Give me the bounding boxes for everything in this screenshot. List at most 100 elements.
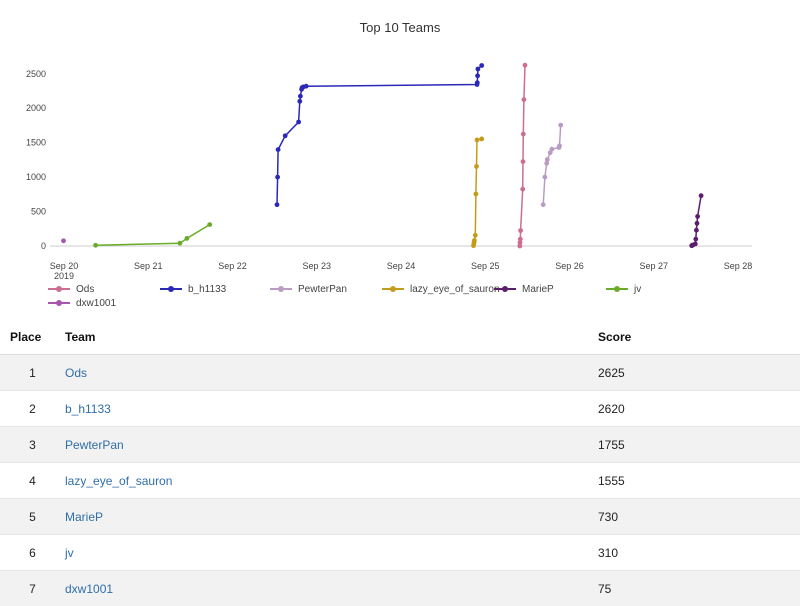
table-row: 3 PewterPan 1755: [0, 427, 800, 463]
legend-swatch-dot: [56, 300, 62, 306]
legend-label: jv: [634, 284, 641, 295]
team-link[interactable]: Ods: [65, 366, 87, 380]
data-point-b-h1133: [275, 175, 280, 180]
data-point-ods: [521, 132, 526, 137]
y-tick-label: 2500: [26, 69, 46, 79]
legend-swatch-dot: [168, 286, 174, 292]
chart-title: Top 10 Teams: [360, 20, 441, 35]
data-point-dxw1001: [61, 238, 66, 243]
data-point-jv: [93, 243, 98, 248]
x-tick-label: Sep 22: [218, 261, 247, 271]
legend-item[interactable]: lazy_eye_of_sauron: [382, 283, 500, 295]
data-point-lazy-eye-of-sauron: [474, 164, 479, 169]
header-score: Score: [598, 320, 800, 355]
legend-swatch-dot: [390, 286, 396, 292]
team-link[interactable]: b_h1133: [65, 402, 111, 416]
data-point-pewterpan: [557, 143, 562, 148]
legend-swatch-dot: [56, 286, 62, 292]
legend-swatch: [48, 298, 70, 308]
data-point-jv: [185, 236, 190, 241]
legend-item[interactable]: MarieP: [494, 283, 554, 295]
team-link[interactable]: dxw1001: [65, 582, 113, 596]
data-point-mariep: [693, 237, 698, 242]
legend-swatch: [606, 284, 628, 294]
legend-swatch: [160, 284, 182, 294]
table-row: 6 jv 310: [0, 535, 800, 571]
y-tick-label: 2000: [26, 103, 46, 113]
legend-label: MarieP: [522, 284, 554, 295]
data-point-ods: [521, 159, 526, 164]
y-tick-label: 500: [31, 207, 46, 217]
data-point-mariep: [693, 242, 698, 247]
data-point-mariep: [695, 221, 700, 226]
legend-swatch: [48, 284, 70, 294]
data-point-pewterpan: [541, 202, 546, 207]
table-row: 7 dxw1001 75: [0, 571, 800, 606]
scoreboard-table: Place Team Score 1 Ods 2625 2 b_h1133 26…: [0, 320, 800, 606]
series-line-jv: [96, 225, 210, 246]
row-place: 7: [0, 571, 65, 606]
legend-label: dxw1001: [76, 298, 116, 309]
legend-swatch-dot: [278, 286, 284, 292]
row-score: 2625: [598, 355, 800, 391]
legend-label: Ods: [76, 284, 94, 295]
team-link[interactable]: lazy_eye_of_sauron: [65, 474, 172, 488]
data-point-pewterpan: [543, 175, 548, 180]
data-point-ods: [518, 228, 523, 233]
scoreboard-chart: Top 10 Teams05001000150020002500Sep 2020…: [0, 0, 800, 318]
data-point-b-h1133: [298, 94, 303, 99]
row-place: 1: [0, 355, 65, 391]
legend-swatch: [494, 284, 516, 294]
row-score: 1555: [598, 463, 800, 499]
header-team: Team: [65, 320, 598, 355]
data-point-ods: [523, 63, 528, 68]
data-point-ods: [522, 97, 527, 102]
row-place: 5: [0, 499, 65, 535]
data-point-b-h1133: [479, 63, 484, 68]
legend-item[interactable]: b_h1133: [160, 283, 226, 295]
x-tick-sublabel: 2019: [54, 271, 74, 281]
x-tick-label: Sep 23: [302, 261, 331, 271]
legend-swatch: [382, 284, 404, 294]
x-tick-label: Sep 26: [555, 261, 584, 271]
data-point-b-h1133: [275, 202, 280, 207]
data-point-b-h1133: [276, 147, 281, 152]
data-point-b-h1133: [475, 73, 480, 78]
team-link[interactable]: PewterPan: [65, 438, 124, 452]
y-tick-label: 1000: [26, 172, 46, 182]
row-place: 6: [0, 535, 65, 571]
data-point-pewterpan: [558, 123, 563, 128]
data-point-jv: [178, 241, 183, 246]
table-row: 4 lazy_eye_of_sauron 1555: [0, 463, 800, 499]
x-tick-label: Sep 27: [639, 261, 668, 271]
y-tick-label: 1500: [26, 138, 46, 148]
data-point-b-h1133: [297, 99, 302, 104]
data-point-mariep: [699, 193, 704, 198]
row-score: 310: [598, 535, 800, 571]
legend-label: PewterPan: [298, 284, 347, 295]
x-tick-label: Sep 24: [387, 261, 416, 271]
data-point-b-h1133: [476, 67, 481, 72]
row-place: 2: [0, 391, 65, 427]
team-link[interactable]: MarieP: [65, 510, 103, 524]
data-point-lazy-eye-of-sauron: [475, 138, 480, 143]
legend-swatch-dot: [614, 286, 620, 292]
team-link[interactable]: jv: [65, 546, 74, 560]
data-point-b-h1133: [475, 80, 480, 85]
legend-label: b_h1133: [188, 284, 226, 295]
row-place: 3: [0, 427, 65, 463]
x-tick-label: Sep 20: [50, 261, 79, 271]
row-score: 1755: [598, 427, 800, 463]
data-point-lazy-eye-of-sauron: [479, 137, 484, 142]
legend-item[interactable]: dxw1001: [48, 297, 116, 309]
legend-item[interactable]: PewterPan: [270, 283, 347, 295]
data-point-ods: [520, 187, 525, 192]
legend-swatch-dot: [502, 286, 508, 292]
row-score: 2620: [598, 391, 800, 427]
data-point-pewterpan: [550, 147, 555, 152]
legend-item[interactable]: Ods: [48, 283, 94, 295]
legend-item[interactable]: jv: [606, 283, 641, 295]
data-point-jv: [207, 222, 212, 227]
header-place: Place: [0, 320, 65, 355]
row-place: 4: [0, 463, 65, 499]
